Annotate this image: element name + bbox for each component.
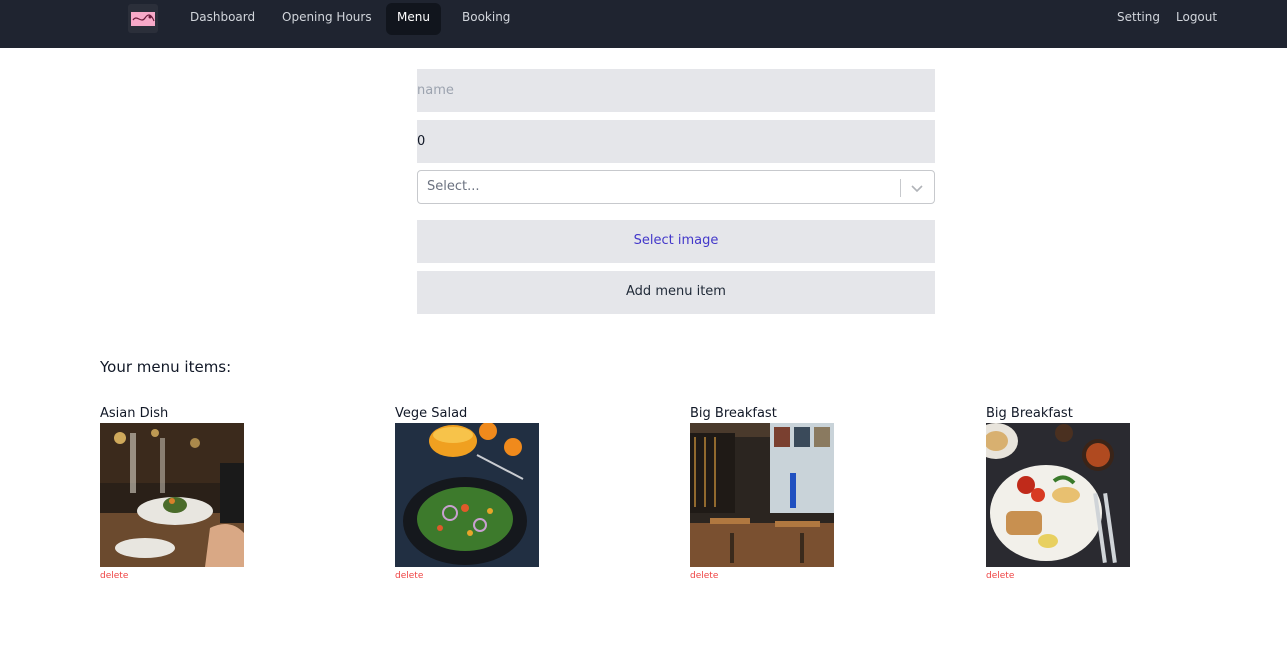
- menu-item-name: Big Breakfast: [690, 406, 777, 421]
- menu-item-name: Asian Dish: [100, 406, 169, 421]
- delete-link[interactable]: delete: [100, 571, 300, 581]
- nav-logout[interactable]: Logout: [1165, 3, 1228, 35]
- select-placeholder: Select...: [427, 179, 480, 194]
- select-image-button[interactable]: Select image: [417, 220, 935, 263]
- name-input[interactable]: [417, 69, 935, 112]
- delete-link[interactable]: delete: [690, 571, 890, 581]
- dish-photo: [100, 423, 244, 567]
- nav-dashboard[interactable]: Dashboard: [179, 3, 266, 35]
- menu-item-card: Big Breakfast delete: [986, 404, 1186, 581]
- restaurant-logo-icon[interactable]: [128, 4, 158, 33]
- dish-photo: [395, 423, 539, 567]
- chevron-down-icon[interactable]: [909, 180, 925, 196]
- nav-booking[interactable]: Booking: [451, 3, 521, 35]
- dish-photo: [690, 423, 834, 567]
- nav-opening-hours[interactable]: Opening Hours: [271, 3, 383, 35]
- menu-item-card: Vege Salad delete: [395, 404, 595, 581]
- menu-item-name: Big Breakfast: [986, 406, 1073, 421]
- delete-link[interactable]: delete: [986, 571, 1186, 581]
- nav-setting[interactable]: Setting: [1106, 3, 1171, 35]
- menu-item-card: Big Breakfast delete: [690, 404, 890, 581]
- menu-item-card: Asian Dish delete: [100, 404, 300, 581]
- delete-link[interactable]: delete: [395, 571, 595, 581]
- category-select[interactable]: Select...: [417, 170, 935, 204]
- add-menu-item-button[interactable]: Add menu item: [417, 271, 935, 314]
- select-separator: [900, 179, 901, 197]
- menu-item-name: Vege Salad: [395, 406, 468, 421]
- top-navbar: Dashboard Opening Hours Menu Booking Set…: [0, 0, 1287, 48]
- price-input[interactable]: [417, 120, 935, 163]
- menu-items-heading: Your menu items:: [100, 358, 232, 376]
- dish-photo: [986, 423, 1130, 567]
- nav-menu[interactable]: Menu: [386, 3, 441, 35]
